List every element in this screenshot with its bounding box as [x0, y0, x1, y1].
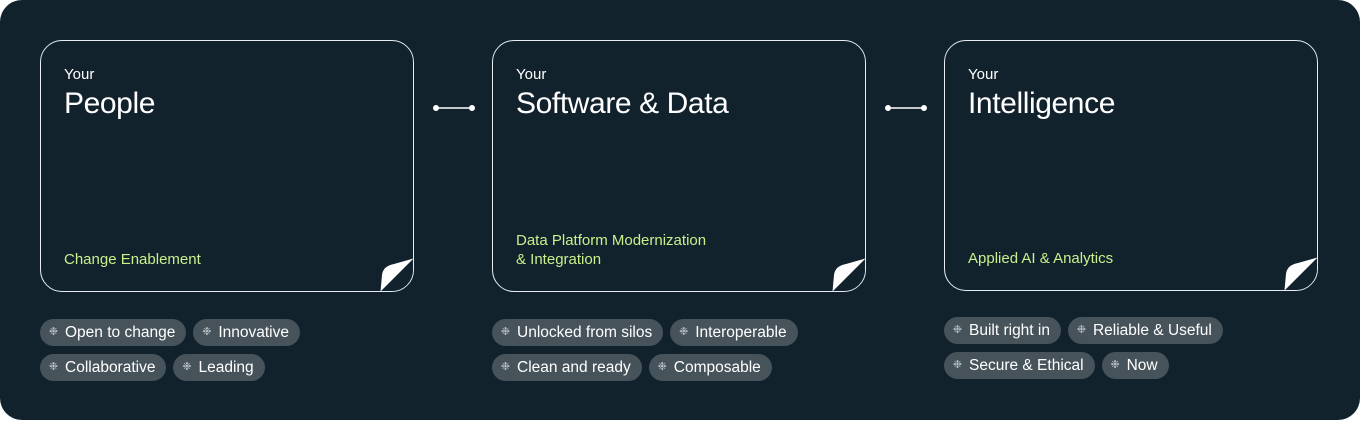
chip-label: Unlocked from silos [517, 324, 653, 341]
sparkle-icon: ❉ [1076, 324, 1087, 336]
chip: ❉ Innovative [193, 319, 300, 346]
chip-row: ❉ Secure & Ethical ❉ Now [944, 352, 1324, 379]
sparkle-icon: ❉ [952, 359, 963, 371]
sparkle-icon: ❉ [952, 324, 963, 336]
chip-label: Leading [198, 359, 254, 376]
chip: ❉ Secure & Ethical [944, 352, 1095, 379]
sparkle-icon: ❉ [679, 326, 689, 338]
card-subtitle: Applied AI & Analytics [968, 250, 1114, 267]
card-kicker: Your [968, 66, 999, 83]
chip: ❉ Reliable & Useful [1067, 317, 1223, 344]
card-intelligence: Your Intelligence Applied AI & Analytics [944, 40, 1318, 291]
chip: ❉ Unlocked from silos [492, 319, 664, 346]
chip: ❉ Leading [173, 354, 265, 381]
sparkle-icon: ❉ [1110, 359, 1120, 371]
chip-label: Interoperable [695, 324, 787, 341]
chip-row: ❉ Unlocked from silos ❉ Interoperable [492, 319, 872, 346]
chip-label: Built right in [969, 322, 1050, 339]
chip: ❉ Interoperable [670, 319, 798, 346]
sparkle-icon: ❉ [202, 326, 212, 338]
chip-row: ❉ Open to change ❉ Innovative [40, 319, 420, 346]
sparkle-icon: ❉ [657, 361, 667, 373]
page-fold-icon [832, 258, 865, 291]
card-people: Your People Change Enablement [40, 40, 414, 292]
chip-group-intelligence: ❉ Built right in ❉ Reliable & Useful ❉ Secu… [944, 317, 1324, 387]
chip: ❉ Collaborative [40, 354, 167, 381]
chip-label: Innovative [218, 324, 289, 341]
diagram-panel: Your People Change Enablement Your Softw… [0, 0, 1360, 420]
card-title: People [64, 87, 156, 120]
chip-label: Open to change [65, 324, 176, 341]
connector-line-icon [433, 105, 475, 111]
card-subtitle: Change Enablement [64, 251, 201, 268]
card-kicker: Your [64, 66, 95, 83]
chip-row: ❉ Clean and ready ❉ Composable [492, 354, 872, 381]
card-title: Intelligence [968, 87, 1115, 120]
chip-label: Now [1126, 357, 1158, 374]
connector-line-icon [885, 105, 927, 111]
chip-group-people: ❉ Open to change ❉ Innovative ❉ Collaborati… [40, 319, 420, 389]
chip: ❉ Open to change [40, 319, 187, 346]
chip: ❉ Now [1101, 352, 1169, 379]
chip-label: Collaborative [65, 359, 156, 376]
sparkle-icon: ❉ [48, 361, 59, 373]
chip: ❉ Built right in [944, 317, 1061, 344]
sparkle-icon: ❉ [182, 361, 192, 373]
sparkle-icon: ❉ [500, 361, 511, 373]
sparkle-icon: ❉ [48, 326, 59, 338]
chip-group-software-data: ❉ Unlocked from silos ❉ Interoperable ❉ Cle… [492, 319, 872, 389]
chip-row: ❉ Built right in ❉ Reliable & Useful [944, 317, 1324, 344]
card-software-data: Your Software & Data Data Platform Moder… [492, 40, 866, 292]
chip: ❉ Composable [648, 354, 772, 381]
page-fold-icon [1284, 257, 1317, 290]
card-title: Software & Data [516, 87, 729, 120]
sparkle-icon: ❉ [500, 326, 511, 338]
card-kicker: Your [516, 66, 547, 83]
chip-label: Clean and ready [517, 359, 631, 376]
chip-label: Composable [673, 359, 761, 376]
chip-label: Secure & Ethical [969, 357, 1084, 374]
chip-row: ❉ Collaborative ❉ Leading [40, 354, 420, 381]
chip-label: Reliable & Useful [1092, 322, 1212, 339]
card-subtitle: Data Platform Modernization & Integratio… [516, 232, 707, 268]
chip: ❉ Clean and ready [492, 354, 642, 381]
page-fold-icon [380, 258, 413, 291]
